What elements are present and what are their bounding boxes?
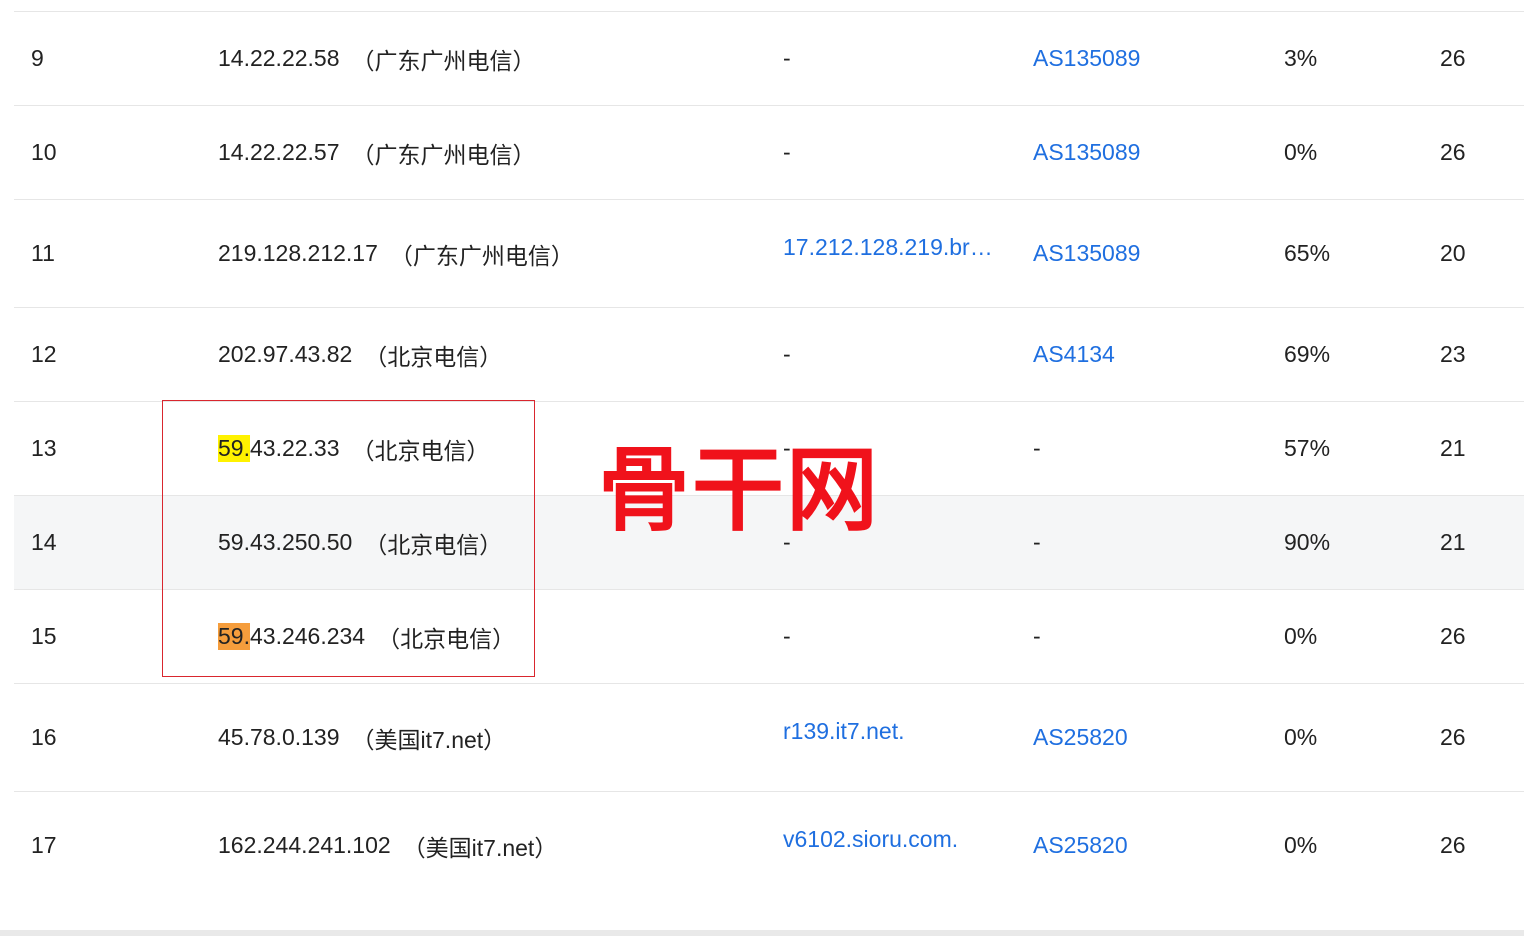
hostname: - bbox=[783, 529, 791, 555]
hostname-link[interactable]: r139.it7.net. bbox=[783, 718, 995, 745]
asn: - bbox=[1033, 529, 1041, 555]
sent-count: 21 bbox=[1440, 529, 1466, 555]
hostname: - bbox=[783, 139, 791, 165]
ip-address: 14.22.22.57 bbox=[218, 139, 340, 165]
ip-address-cell: 219.128.212.17 （广东广州电信） bbox=[218, 200, 574, 307]
asn-link[interactable]: AS135089 bbox=[1033, 12, 1140, 105]
ip-address: 219.128.212.17 bbox=[218, 240, 378, 266]
hop-number: 12 bbox=[31, 341, 57, 367]
ip-prefix-highlight: 59. bbox=[218, 435, 250, 462]
hop-number: 15 bbox=[31, 623, 57, 649]
sent-count: 26 bbox=[1440, 139, 1466, 165]
ip-address-cell: 45.78.0.139 （美国it7.net） bbox=[218, 684, 506, 791]
loss-rate: 65% bbox=[1284, 240, 1331, 266]
sent-count: 26 bbox=[1440, 724, 1466, 750]
ip-address-rest: 43.22.33 bbox=[249, 435, 340, 461]
asn-link[interactable]: AS4134 bbox=[1033, 308, 1115, 401]
ip-location: （美国it7.net） bbox=[351, 726, 507, 753]
sent-count: 20 bbox=[1440, 240, 1466, 266]
sent-count: 26 bbox=[1440, 623, 1466, 649]
hostname-link[interactable]: v6102.sioru.com. bbox=[783, 826, 995, 853]
hop-number: 16 bbox=[31, 724, 57, 750]
asn-link[interactable]: AS135089 bbox=[1033, 106, 1140, 199]
ip-location: （广东广州电信） bbox=[351, 141, 536, 168]
hostname: - bbox=[783, 341, 791, 367]
ip-location: （美国it7.net） bbox=[402, 834, 558, 861]
hostname: - bbox=[783, 623, 791, 649]
sent-count: 21 bbox=[1440, 435, 1466, 461]
asn: - bbox=[1033, 623, 1041, 649]
ip-address-rest: 43.246.234 bbox=[249, 623, 366, 649]
sent-count: 26 bbox=[1440, 832, 1466, 858]
table-row: 9 14.22.22.58 （广东广州电信） - AS135089 3% 26 bbox=[14, 12, 1524, 106]
hop-number: 17 bbox=[31, 832, 57, 858]
hostname-cell: v6102.sioru.com. bbox=[783, 792, 995, 899]
ip-address-cell: 59. 43.246.234 （北京电信） bbox=[218, 590, 515, 683]
ip-address-cell: 14.22.22.57 （广东广州电信） bbox=[218, 106, 536, 199]
ip-prefix-highlight: 59. bbox=[218, 623, 250, 650]
hop-number: 13 bbox=[31, 435, 57, 461]
ip-address-cell: 59.43.250.50 （北京电信） bbox=[218, 496, 502, 589]
loss-rate: 0% bbox=[1284, 832, 1318, 858]
table-row: 17 162.244.241.102 （美国it7.net） v6102.sior… bbox=[14, 792, 1524, 899]
table-row: 11 219.128.212.17 （广东广州电信） 17.212.128.219… bbox=[14, 200, 1524, 308]
loss-rate: 90% bbox=[1284, 529, 1331, 555]
loss-rate: 0% bbox=[1284, 139, 1318, 165]
table-row: 14 59.43.250.50 （北京电信） - - 90% 21 bbox=[14, 496, 1524, 590]
sent-count: 26 bbox=[1440, 45, 1466, 71]
ip-location: （北京电信） bbox=[377, 625, 516, 652]
hop-number: 11 bbox=[31, 240, 55, 266]
hop-number: 10 bbox=[31, 139, 57, 165]
ip-location: （北京电信） bbox=[364, 343, 503, 370]
loss-rate: 69% bbox=[1284, 341, 1331, 367]
table-row: 10 14.22.22.57 （广东广州电信） - AS135089 0% 26 bbox=[14, 106, 1524, 200]
loss-rate: 0% bbox=[1284, 623, 1318, 649]
ip-location: （北京电信） bbox=[364, 531, 503, 558]
ip-address-cell: 202.97.43.82 （北京电信） bbox=[218, 308, 502, 401]
loss-rate: 57% bbox=[1284, 435, 1331, 461]
hostname-link[interactable]: 17.212.128.219.broad.gz.gd.dynamic.163da… bbox=[783, 234, 995, 261]
ip-address: 162.244.241.102 bbox=[218, 832, 391, 858]
asn-link[interactable]: AS135089 bbox=[1033, 200, 1140, 307]
table-row: 15 59. 43.246.234 （北京电信） - - 0% 26 bbox=[14, 590, 1524, 684]
ip-address-cell: 162.244.241.102 （美国it7.net） bbox=[218, 792, 557, 899]
ip-address: 45.78.0.139 bbox=[218, 724, 340, 750]
asn: - bbox=[1033, 435, 1041, 461]
sent-count: 23 bbox=[1440, 341, 1466, 367]
hostname: - bbox=[783, 45, 791, 71]
ip-location: （广东广州电信） bbox=[389, 242, 574, 269]
hop-number: 14 bbox=[31, 529, 57, 555]
loss-rate: 0% bbox=[1284, 724, 1318, 750]
table-row: 16 45.78.0.139 （美国it7.net） r139.it7.net. … bbox=[14, 684, 1524, 792]
loss-rate: 3% bbox=[1284, 45, 1318, 71]
ip-address-cell: 14.22.22.58 （广东广州电信） bbox=[218, 12, 536, 105]
ip-address: 59.43.250.50 bbox=[218, 529, 353, 555]
bottom-scrollbar-track bbox=[0, 930, 1524, 936]
asn-link[interactable]: AS25820 bbox=[1033, 792, 1128, 899]
hostname: - bbox=[783, 435, 791, 461]
ip-address-cell: 59. 43.22.33 （北京电信） bbox=[218, 402, 490, 495]
table-row: 12 202.97.43.82 （北京电信） - AS4134 69% 23 bbox=[14, 308, 1524, 402]
asn-link[interactable]: AS25820 bbox=[1033, 684, 1128, 791]
hostname-cell: 17.212.128.219.broad.gz.gd.dynamic.163da… bbox=[783, 200, 995, 307]
ip-address: 14.22.22.58 bbox=[218, 45, 340, 71]
table-row: 13 59. 43.22.33 （北京电信） - - 57% 21 bbox=[14, 402, 1524, 496]
ip-address: 202.97.43.82 bbox=[218, 341, 353, 367]
hop-number: 9 bbox=[31, 45, 44, 71]
hostname-cell: r139.it7.net. bbox=[783, 684, 995, 791]
ip-location: （北京电信） bbox=[351, 437, 490, 464]
ip-location: （广东广州电信） bbox=[351, 47, 536, 74]
